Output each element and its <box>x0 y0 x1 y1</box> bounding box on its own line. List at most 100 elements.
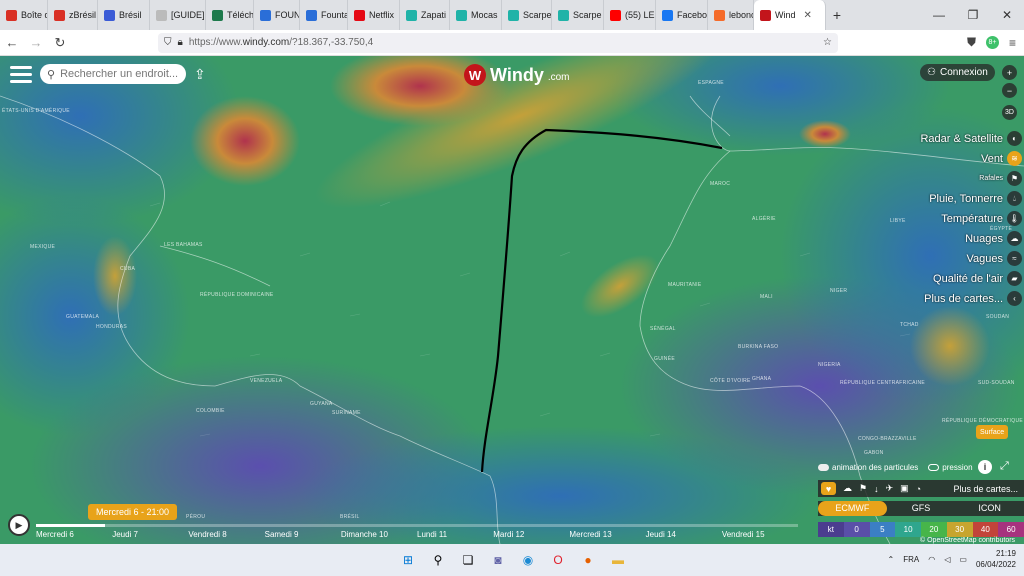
timeline-day[interactable]: Vendredi 8 <box>188 530 264 539</box>
cloud-sun-icon[interactable]: ☁ <box>843 483 852 494</box>
url-bar[interactable]: ⛉ 🔒︎ https://www.windy.com/?18.367,-33.7… <box>158 32 838 53</box>
zoom-out-button[interactable]: − <box>1002 83 1017 98</box>
task-view-icon[interactable]: ❏ <box>458 550 478 570</box>
browser-tab[interactable]: Mocas <box>450 0 502 30</box>
3d-view-button[interactable]: 3D <box>1002 105 1017 120</box>
map-label: BURKINA FASO <box>738 344 779 350</box>
timeline-track[interactable] <box>36 524 798 527</box>
layer-label: Température <box>941 212 1003 225</box>
favorite-heart-icon[interactable]: ♥ <box>821 482 836 495</box>
forward-icon[interactable]: → <box>24 35 48 50</box>
car-icon: ▰ <box>1007 271 1022 286</box>
layer-item[interactable]: Radar & Satellite ◐ <box>920 130 1022 147</box>
info-icon[interactable]: i <box>978 460 992 474</box>
browser-tab[interactable]: Netflix <box>348 0 400 30</box>
browser-tab[interactable]: lebonc <box>708 0 754 30</box>
tab-label: FOUNT <box>275 10 300 20</box>
timeline-day[interactable]: Mercredi 6 <box>36 530 112 539</box>
layer-item[interactable]: Plus de cartes... ‹ <box>924 290 1022 307</box>
browser-tab[interactable]: Boîte d <box>0 0 48 30</box>
timeline-day[interactable]: Mercredi 13 <box>569 530 645 539</box>
browser-tab[interactable]: (55) LE <box>604 0 656 30</box>
taskbar-apps: ⊞ ⚲ ❏ ◙ ◉ O ● ▬ <box>398 550 628 570</box>
wind-speed-icon[interactable]: ◔ <box>916 484 921 494</box>
fullscreen-icon[interactable]: ⤢ <box>1000 460 1009 473</box>
file-explorer-icon[interactable]: ▬ <box>608 550 628 570</box>
layer-item[interactable]: Température 🌡︎ <box>941 210 1022 227</box>
extension-badge[interactable]: 8+ <box>985 36 999 49</box>
browser-tab[interactable]: FOUNT <box>254 0 300 30</box>
close-window-icon[interactable]: ✕ <box>990 8 1024 22</box>
timeline-day[interactable]: Jeudi 7 <box>112 530 188 539</box>
browser-tab[interactable]: Zapati <box>400 0 450 30</box>
pressure-toggle[interactable]: pression <box>928 463 973 472</box>
layer-item[interactable]: Vent ≋ <box>981 150 1022 167</box>
layer-item[interactable]: Qualité de l'air ▰ <box>933 270 1022 287</box>
timeline-day[interactable]: Jeudi 14 <box>646 530 722 539</box>
windy-map[interactable]: ÉTATS-UNIS D'AMÉRIQUE ESPAGNE MAROC ALGÉRIE… <box>0 56 1024 544</box>
restore-icon[interactable]: ❐ <box>956 8 990 22</box>
flag-icon[interactable]: ⚑ <box>859 483 867 494</box>
toggle-icon <box>818 464 829 472</box>
browser-tab[interactable]: Téléch <box>206 0 254 30</box>
timeline-day[interactable]: Samedi 9 <box>265 530 341 539</box>
v-icon <box>558 9 569 21</box>
wifi-icon[interactable]: ◠ <box>928 555 935 564</box>
layer-item[interactable]: Nuages ☁ <box>965 230 1022 247</box>
more-layers-link[interactable]: Plus de cartes... <box>953 484 1024 494</box>
browser-tab[interactable]: Facebo <box>656 0 708 30</box>
youtube-icon <box>610 9 621 21</box>
browser-tab[interactable]: [GUIDE] L'o <box>150 0 206 30</box>
back-icon[interactable]: ← <box>0 35 24 50</box>
timeline-day[interactable]: Dimanche 10 <box>341 530 417 539</box>
arrow-down-icon[interactable]: ↓ <box>874 484 879 494</box>
app-menu-icon[interactable]: ≡ <box>1009 36 1016 50</box>
model-option[interactable]: ECMWF <box>818 501 887 516</box>
layer-item[interactable]: Pluie, Tonnerre 💧︎ <box>929 190 1022 207</box>
windows-start-icon[interactable]: ⊞ <box>398 550 418 570</box>
browser-tab[interactable]: zBrésil <box>48 0 98 30</box>
firefox-icon[interactable]: ● <box>578 550 598 570</box>
zoom-in-button[interactable]: + <box>1002 65 1017 80</box>
camera-icon[interactable]: ▣ <box>900 483 909 494</box>
attribution[interactable]: © OpenStreetMap contributors <box>920 537 1015 544</box>
tab-label: [GUIDE] L'o <box>171 10 205 20</box>
timeline-day[interactable]: Lundi 11 <box>417 530 493 539</box>
browser-tab[interactable]: Brésil <box>98 0 150 30</box>
minimize-icon[interactable]: — <box>922 8 956 22</box>
bookmark-star-icon[interactable]: ☆ <box>823 37 832 48</box>
chevron-up-icon[interactable]: ⌃ <box>888 555 895 564</box>
timeline-day[interactable]: Vendredi 15 <box>722 530 798 539</box>
speaker-icon[interactable]: ◁ <box>944 555 950 564</box>
layer-item[interactable]: Vagues ≈ <box>967 250 1022 267</box>
model-option[interactable]: GFS <box>887 501 956 516</box>
chat-icon[interactable]: ◙ <box>488 550 508 570</box>
opera-icon[interactable]: O <box>548 550 568 570</box>
browser-tab[interactable]: Wind ✕ <box>754 0 826 30</box>
share-icon[interactable]: ⇪ <box>194 66 206 83</box>
scale-unit[interactable]: kt <box>818 522 844 537</box>
browser-tab[interactable]: Scarpe <box>502 0 552 30</box>
shield-icon: ⛉ <box>164 37 172 48</box>
hamburger-menu-icon[interactable] <box>10 66 32 84</box>
reload-icon[interactable]: ↻ <box>48 35 72 51</box>
battery-icon[interactable]: ▭ <box>959 555 967 564</box>
airplane-icon[interactable]: ✈ <box>886 483 894 494</box>
edge-icon[interactable]: ◉ <box>518 550 538 570</box>
model-option[interactable]: ICON <box>955 501 1024 516</box>
search-icon[interactable]: ⚲ <box>428 550 448 570</box>
clock[interactable]: 21:19 06/04/2022 <box>976 548 1016 570</box>
timeline-day[interactable]: Mardi 12 <box>493 530 569 539</box>
language-indicator[interactable]: FRA <box>903 555 919 564</box>
browser-tab[interactable]: Founta <box>300 0 348 30</box>
particles-toggle[interactable]: animation des particules <box>818 463 918 472</box>
close-tab-icon[interactable]: ✕ <box>804 10 812 21</box>
layer-item[interactable]: Rafales ⚑ <box>979 170 1022 187</box>
pocket-icon[interactable]: ⛊ <box>967 35 976 50</box>
play-button[interactable]: ▶ <box>8 514 30 536</box>
search-box[interactable]: ⚲ Rechercher un endroit... <box>40 64 186 84</box>
login-button[interactable]: ⚇ Connexion <box>920 64 995 81</box>
new-tab-button[interactable]: + <box>826 7 848 23</box>
browser-tab[interactable]: Scarpe <box>552 0 604 30</box>
surface-level-button[interactable]: Surface <box>976 425 1009 439</box>
